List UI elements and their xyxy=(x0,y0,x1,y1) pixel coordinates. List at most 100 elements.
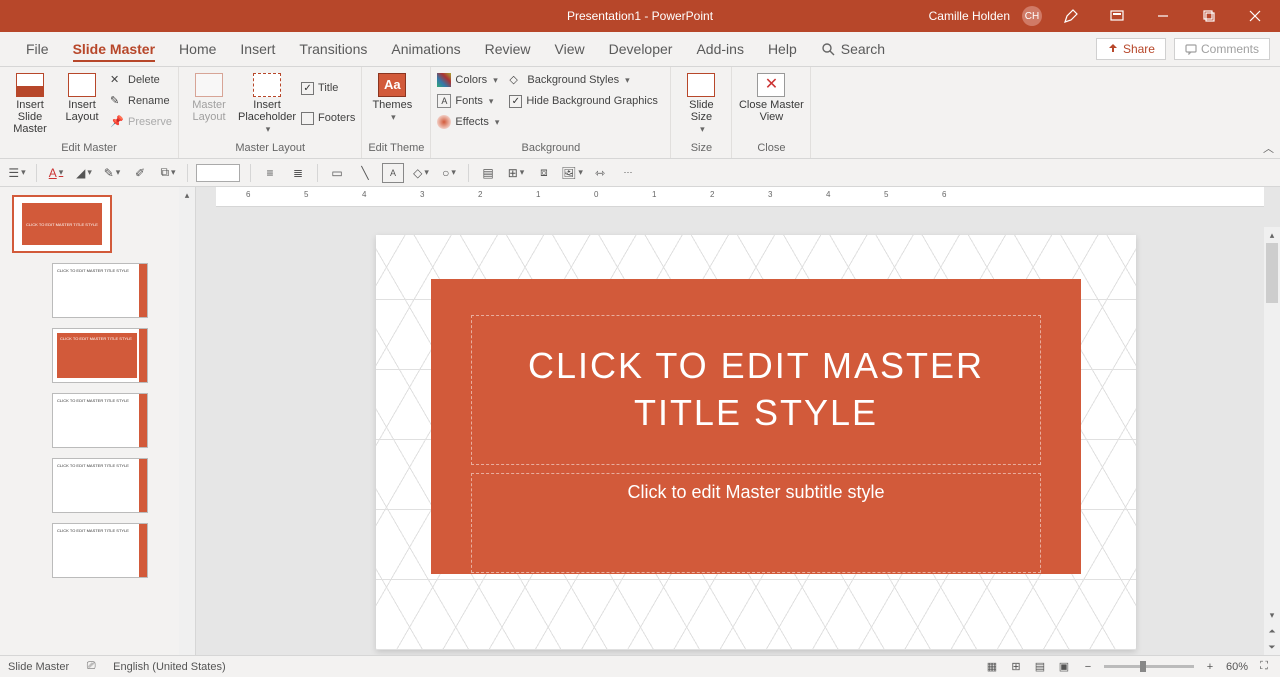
collapse-ribbon-button[interactable]: ︿ xyxy=(1263,140,1274,156)
preserve-label: Preserve xyxy=(128,116,172,128)
thumbnail-scrollbar[interactable]: ▴ xyxy=(179,187,195,655)
colors-label: Colors xyxy=(455,74,487,86)
eyedropper-button[interactable]: ✐ xyxy=(129,163,151,183)
user-name[interactable]: Camille Holden xyxy=(929,9,1010,23)
zoom-out-button[interactable]: − xyxy=(1080,659,1096,675)
scroll-thumb[interactable] xyxy=(1266,243,1278,303)
zoom-level[interactable]: 60% xyxy=(1226,661,1248,673)
tab-review[interactable]: Review xyxy=(473,32,543,66)
outline-button[interactable]: ✎▾ xyxy=(101,163,123,183)
zoom-slider-knob[interactable] xyxy=(1140,661,1146,672)
align-button[interactable]: ☰▾ xyxy=(6,163,28,183)
next-slide-icon[interactable]: ⏷ xyxy=(1264,639,1280,655)
slide-master-icon xyxy=(16,73,44,97)
fonts-button[interactable]: AFonts▾ xyxy=(437,92,499,110)
themes-button[interactable]: Aa Themes ▾ xyxy=(368,71,416,123)
tab-search[interactable]: Search xyxy=(809,32,897,66)
tab-home[interactable]: Home xyxy=(167,32,228,66)
textbox-button[interactable]: A xyxy=(382,163,404,183)
display-options-icon[interactable] xyxy=(1100,0,1134,32)
arrange-button[interactable]: ⧉▾ xyxy=(157,163,179,183)
tab-help[interactable]: Help xyxy=(756,32,809,66)
tab-transitions[interactable]: Transitions xyxy=(287,32,379,66)
crop-button[interactable]: ⧈ xyxy=(533,163,555,183)
thumbnail-preview: CLICK TO EDIT MASTER TITLE STYLE xyxy=(57,528,143,533)
chart-button[interactable]: ▤ xyxy=(477,163,499,183)
tab-file[interactable]: File xyxy=(14,32,61,66)
effects-icon xyxy=(437,115,451,129)
user-avatar[interactable]: CH xyxy=(1022,6,1042,26)
layout-thumbnail[interactable]: CLICK TO EDIT MASTER TITLE STYLE xyxy=(52,328,148,383)
fonts-label: Fonts xyxy=(455,95,483,107)
prev-slide-icon[interactable]: ⏶ xyxy=(1264,623,1280,639)
minimize-button[interactable] xyxy=(1146,0,1180,32)
scroll-up-icon[interactable]: ▴ xyxy=(179,187,195,203)
slide-sorter-icon[interactable]: ⊞ xyxy=(1008,659,1024,675)
master-subtitle-placeholder[interactable]: Click to edit Master subtitle style xyxy=(471,473,1041,573)
title-checkbox[interactable]: ✓Title xyxy=(301,79,355,97)
layout-thumbnail[interactable]: CLICK TO EDIT MASTER TITLE STYLE xyxy=(52,263,148,318)
tab-slide-master[interactable]: Slide Master xyxy=(61,32,167,66)
insert-layout-button[interactable]: Insert Layout xyxy=(58,71,106,123)
group-edit-master: Insert Slide Master Insert Layout ✕Delet… xyxy=(0,67,179,158)
layout-thumbnail[interactable]: CLICK TO EDIT MASTER TITLE STYLE xyxy=(52,458,148,513)
bg-styles-icon: ◇ xyxy=(509,73,523,87)
close-master-view-button[interactable]: ✕ Close Master View xyxy=(738,71,804,123)
footers-checkbox[interactable]: Footers xyxy=(301,109,355,127)
slide-master-canvas[interactable]: Click to edit Master title style Click t… xyxy=(376,235,1136,650)
shape-line-button[interactable]: ╲ xyxy=(354,163,376,183)
insert-slide-master-button[interactable]: Insert Slide Master xyxy=(6,71,54,135)
layout-thumbnail[interactable]: CLICK TO EDIT MASTER TITLE STYLE xyxy=(52,393,148,448)
align-left-button[interactable]: ≡ xyxy=(259,163,281,183)
comments-button[interactable]: Comments xyxy=(1174,38,1270,60)
colors-button[interactable]: Colors ▾ xyxy=(437,71,499,89)
normal-view-icon[interactable]: ▦ xyxy=(984,659,1000,675)
insert-placeholder-label: Insert Placeholder xyxy=(237,99,297,123)
zoom-in-button[interactable]: + xyxy=(1202,659,1218,675)
tab-animations[interactable]: Animations xyxy=(379,32,472,66)
close-button[interactable] xyxy=(1238,0,1272,32)
distribute-button[interactable]: ⇿ xyxy=(589,163,611,183)
slide-size-button[interactable]: Slide Size ▾ xyxy=(677,71,725,135)
layout-thumbnail[interactable]: CLICK TO EDIT MASTER TITLE STYLE xyxy=(52,523,148,578)
shape-rect-button[interactable]: ▭ xyxy=(326,163,348,183)
thumbnail-preview: CLICK TO EDIT MASTER TITLE STYLE xyxy=(57,398,143,403)
share-button[interactable]: Share xyxy=(1096,38,1166,60)
font-color-button[interactable]: A▾ xyxy=(45,163,67,183)
tab-insert[interactable]: Insert xyxy=(228,32,287,66)
canvas-scrollbar[interactable]: ▴ ▾ ⏶ ⏷ xyxy=(1264,227,1280,655)
zoom-slider[interactable] xyxy=(1104,665,1194,668)
insert-placeholder-button[interactable]: Insert Placeholder ▾ xyxy=(237,71,297,135)
pen-icon[interactable] xyxy=(1054,0,1088,32)
rename-button[interactable]: ✎Rename xyxy=(110,92,172,110)
shapes-button[interactable]: ◇▾ xyxy=(410,163,432,183)
effects-button[interactable]: Effects▾ xyxy=(437,113,499,131)
color-swatch[interactable] xyxy=(196,164,240,182)
fit-to-window-icon[interactable]: ⛶ xyxy=(1256,659,1272,675)
delete-button[interactable]: ✕Delete xyxy=(110,71,172,89)
chevron-down-icon: ▾ xyxy=(493,75,498,86)
master-title-placeholder[interactable]: Click to edit Master title style xyxy=(471,315,1041,465)
shape-circle-button[interactable]: ○▾ xyxy=(438,163,460,183)
scroll-down-icon[interactable]: ▾ xyxy=(1264,607,1280,623)
preserve-button[interactable]: 📌Preserve xyxy=(110,113,172,131)
tab-developer[interactable]: Developer xyxy=(597,32,685,66)
scroll-up-icon[interactable]: ▴ xyxy=(1264,227,1280,243)
accessibility-icon[interactable]: ⎚ xyxy=(83,659,99,675)
hide-bg-checkbox[interactable]: ✓Hide Background Graphics xyxy=(509,92,657,110)
tab-view[interactable]: View xyxy=(543,32,597,66)
picture-button[interactable]: 🖼▾ xyxy=(561,163,583,183)
window-title: Presentation1 - PowerPoint xyxy=(567,9,713,23)
table-button[interactable]: ⊞▾ xyxy=(505,163,527,183)
fill-color-button[interactable]: ◢▾ xyxy=(73,163,95,183)
align-center-button[interactable]: ≣ xyxy=(287,163,309,183)
tab-addins[interactable]: Add-ins xyxy=(684,32,755,66)
maximize-button[interactable] xyxy=(1192,0,1226,32)
status-language[interactable]: English (United States) xyxy=(113,661,226,673)
slideshow-icon[interactable]: ▣ xyxy=(1056,659,1072,675)
reading-view-icon[interactable]: ▤ xyxy=(1032,659,1048,675)
slide-master-thumbnail[interactable]: CLICK TO EDIT MASTER TITLE STYLE xyxy=(12,195,112,253)
bg-styles-button[interactable]: ◇Background Styles▾ xyxy=(509,71,657,89)
master-layout-icon xyxy=(195,73,223,97)
more-button[interactable]: ⋯ xyxy=(617,163,639,183)
